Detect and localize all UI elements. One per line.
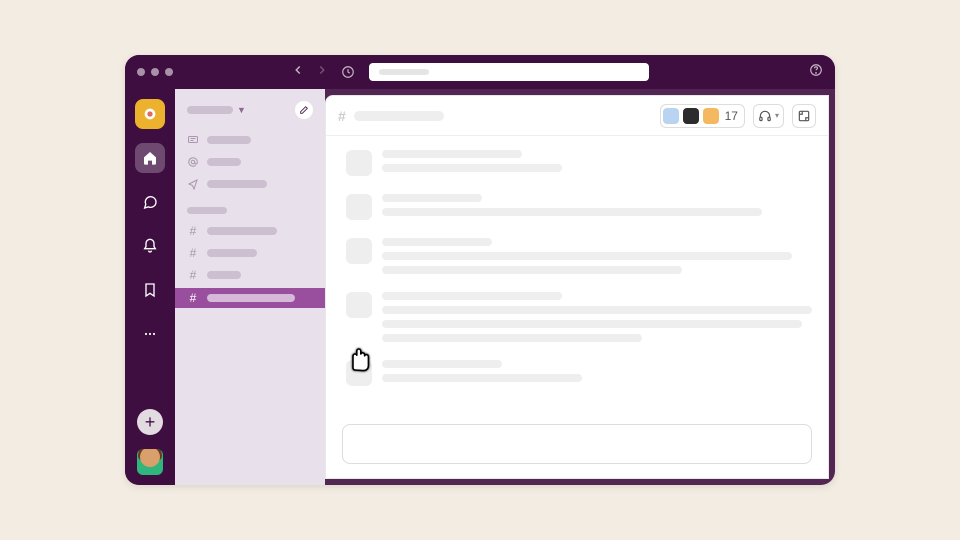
message-body bbox=[382, 238, 808, 274]
message-list[interactable] bbox=[326, 136, 828, 418]
member-count: 17 bbox=[725, 109, 738, 123]
canvas-button[interactable] bbox=[792, 104, 816, 128]
message[interactable] bbox=[346, 150, 808, 176]
message-icon bbox=[187, 134, 199, 146]
channel-view: # 17 ▾ bbox=[325, 95, 829, 479]
forward-button[interactable] bbox=[315, 63, 329, 82]
message-body bbox=[382, 194, 808, 220]
at-icon bbox=[187, 156, 199, 168]
chevron-down-icon: ▼ bbox=[237, 105, 246, 115]
max-dot[interactable] bbox=[165, 68, 173, 76]
help-button[interactable] bbox=[809, 63, 823, 82]
sidebar-item-label bbox=[207, 180, 267, 188]
hash-icon: # bbox=[187, 224, 199, 238]
traffic-lights[interactable] bbox=[137, 68, 173, 76]
message-composer[interactable] bbox=[342, 424, 812, 464]
send-icon bbox=[187, 178, 199, 190]
workspace-name bbox=[187, 106, 233, 114]
sidebar-item-label bbox=[207, 271, 241, 279]
message-avatar[interactable] bbox=[346, 238, 372, 264]
message-avatar[interactable] bbox=[346, 292, 372, 318]
sidebar-channel-4[interactable]: # bbox=[175, 288, 325, 308]
hash-icon: # bbox=[187, 268, 199, 282]
compose-button[interactable] bbox=[295, 101, 313, 119]
hash-icon: # bbox=[338, 108, 346, 124]
rail-dms[interactable] bbox=[135, 187, 165, 217]
hash-icon: # bbox=[187, 291, 199, 305]
sidebar-item-label bbox=[207, 136, 251, 144]
message[interactable] bbox=[346, 292, 808, 342]
rail-home[interactable] bbox=[135, 143, 165, 173]
member-avatar-3 bbox=[703, 108, 719, 124]
pointer-cursor-icon bbox=[346, 342, 378, 380]
channel-header: # 17 ▾ bbox=[326, 96, 828, 136]
hash-icon: # bbox=[187, 246, 199, 260]
sidebar-section-header[interactable] bbox=[187, 207, 227, 214]
slack-window: + ▼ bbox=[125, 55, 835, 485]
chevron-down-icon: ▾ bbox=[775, 111, 779, 120]
create-button[interactable]: + bbox=[137, 409, 163, 435]
canvas-icon bbox=[797, 109, 811, 123]
message-body bbox=[382, 150, 808, 176]
back-button[interactable] bbox=[291, 63, 305, 82]
headphones-icon bbox=[758, 109, 772, 123]
message-avatar[interactable] bbox=[346, 150, 372, 176]
sidebar-item-label bbox=[207, 249, 257, 257]
message[interactable] bbox=[346, 238, 808, 274]
titlebar bbox=[125, 55, 835, 89]
plus-icon: + bbox=[145, 413, 156, 431]
history-button[interactable] bbox=[341, 65, 355, 79]
workspace-switcher[interactable] bbox=[135, 99, 165, 129]
sidebar-channel-1[interactable]: # bbox=[175, 222, 325, 240]
window-body: + ▼ bbox=[125, 89, 835, 485]
sidebar-item-label bbox=[207, 294, 295, 302]
sidebar-quick-threads[interactable] bbox=[175, 131, 325, 149]
member-count-button[interactable]: 17 bbox=[660, 104, 745, 128]
sidebar-quick-drafts[interactable] bbox=[175, 175, 325, 193]
message[interactable] bbox=[346, 360, 808, 386]
sidebar-item-label bbox=[207, 158, 241, 166]
member-avatar-2 bbox=[683, 108, 699, 124]
workspace-header[interactable]: ▼ bbox=[175, 99, 325, 127]
sidebar-channel-3[interactable]: # bbox=[175, 266, 325, 284]
huddle-button[interactable]: ▾ bbox=[753, 104, 784, 128]
close-dot[interactable] bbox=[137, 68, 145, 76]
message-avatar[interactable] bbox=[346, 194, 372, 220]
channel-name[interactable] bbox=[354, 111, 444, 121]
member-avatar-1 bbox=[663, 108, 679, 124]
sidebar-item-label bbox=[207, 227, 277, 235]
search-input[interactable] bbox=[369, 63, 649, 81]
min-dot[interactable] bbox=[151, 68, 159, 76]
rail-more[interactable] bbox=[135, 319, 165, 349]
message[interactable] bbox=[346, 194, 808, 220]
user-avatar[interactable] bbox=[137, 449, 163, 475]
rail-activity[interactable] bbox=[135, 231, 165, 261]
search-placeholder bbox=[379, 69, 429, 75]
nav-rail: + bbox=[125, 89, 175, 485]
sidebar-channel-2[interactable]: # bbox=[175, 244, 325, 262]
channel-sidebar: ▼ # # bbox=[175, 89, 325, 485]
sidebar-quick-mentions[interactable] bbox=[175, 153, 325, 171]
message-body bbox=[382, 292, 812, 342]
rail-later[interactable] bbox=[135, 275, 165, 305]
message-body bbox=[382, 360, 808, 386]
